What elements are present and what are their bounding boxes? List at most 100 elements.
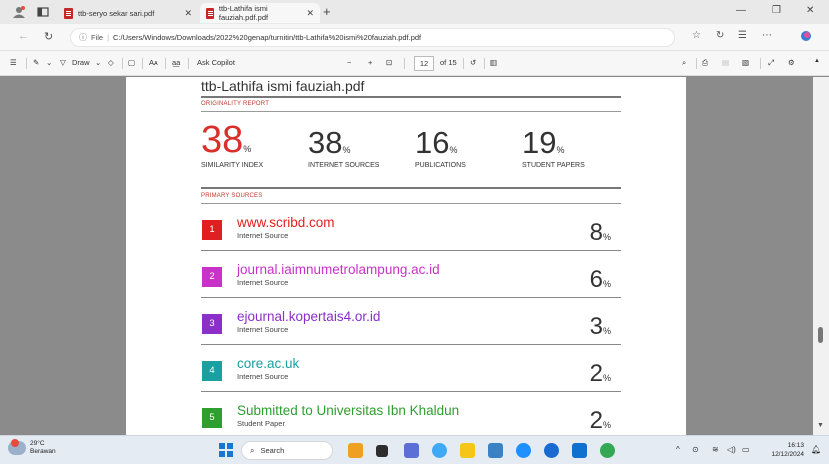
- draw-button[interactable]: Draw: [72, 58, 90, 67]
- toolbar-divider: [122, 58, 123, 69]
- source-type: Internet Source: [237, 231, 289, 240]
- tray-overflow-icon[interactable]: ^: [676, 445, 680, 454]
- favorite-star-icon[interactable]: ☆: [692, 30, 701, 41]
- info-icon[interactable]: ⓘ: [79, 32, 87, 43]
- tray-app-icon[interactable]: ⊙: [692, 445, 699, 454]
- refresh-icon[interactable]: ↻: [44, 30, 53, 43]
- tab-actions-icon[interactable]: [36, 5, 50, 19]
- primary-sources-label: PRIMARY SOURCES: [201, 193, 263, 199]
- source-item: 4 core.ac.uk Internet Source 2%: [201, 352, 621, 392]
- source-percent: 6%: [590, 266, 611, 294]
- battery-icon[interactable]: ▭: [742, 445, 750, 454]
- app-icon-chrome[interactable]: [600, 443, 615, 458]
- app-icon-task-view[interactable]: [376, 445, 388, 457]
- minimize-icon[interactable]: —: [736, 5, 746, 16]
- pdf-toolbar: ☰ ✎ ⌄ ▽ Draw ⌄ ◇ ▢ Aᴀ a͟a Ask Copilot − …: [0, 51, 829, 76]
- fullscreen-icon[interactable]: ⤢: [768, 58, 774, 68]
- wifi-icon[interactable]: ≋: [712, 445, 719, 454]
- source-item: 1 www.scribd.com Internet Source 8%: [201, 211, 621, 251]
- source-type: Internet Source: [237, 325, 289, 334]
- draw-icon[interactable]: ▽: [60, 58, 66, 67]
- rotate-icon[interactable]: ↺: [470, 58, 476, 67]
- scroll-down-icon[interactable]: ▼: [817, 422, 824, 429]
- tab-title: ttb-Lathifa ismi fauziah.pdf.pdf: [218, 4, 269, 22]
- pdf-viewport[interactable]: ttb-Lathifa ismi fauziah.pdf ORIGINALITY…: [0, 77, 829, 435]
- tab-ttb-seryo[interactable]: ttb-seryo sekar sari.pdf ✕: [58, 3, 198, 23]
- profile-icon[interactable]: [12, 5, 26, 19]
- toolbar-divider: [142, 58, 143, 69]
- extensions-icon[interactable]: ↻: [716, 30, 724, 41]
- contents-icon[interactable]: ☰: [10, 58, 17, 67]
- app-icon-widgets[interactable]: [348, 443, 363, 458]
- volume-icon[interactable]: ◁): [727, 445, 736, 454]
- restore-icon[interactable]: ❐: [772, 5, 781, 16]
- toolbar-divider: [463, 58, 464, 69]
- url-text: C:/Users/Windows/Downloads/2022%20genap/…: [113, 33, 422, 42]
- fit-page-icon[interactable]: ⊡: [386, 58, 392, 67]
- print-icon[interactable]: ⎙: [702, 58, 708, 68]
- section-divider: [201, 187, 621, 189]
- stat-percent: %: [342, 145, 351, 155]
- close-tab-icon[interactable]: ✕: [184, 8, 192, 19]
- highlight-icon[interactable]: ✎: [33, 58, 39, 67]
- page-number-input[interactable]: 12: [414, 56, 434, 71]
- save-icon[interactable]: ▤: [722, 58, 729, 67]
- highlight-dropdown-icon[interactable]: ⌄: [46, 58, 52, 67]
- vertical-scrollbar[interactable]: ▼: [813, 77, 829, 435]
- title-divider: [201, 96, 621, 98]
- address-bar[interactable]: ⓘ File | C:/Users/Windows/Downloads/2022…: [70, 28, 675, 47]
- app-icon-teams[interactable]: [404, 443, 419, 458]
- more-menu-icon[interactable]: ⋯: [762, 30, 772, 41]
- page-view-icon[interactable]: ▥: [490, 58, 497, 67]
- save-as-icon[interactable]: ▧: [742, 58, 749, 67]
- stat-label: INTERNET SOURCES: [308, 162, 380, 169]
- source-type: Internet Source: [237, 372, 289, 381]
- ask-copilot-button[interactable]: Ask Copilot: [197, 58, 235, 67]
- read-aloud-button[interactable]: Aᴀ: [149, 58, 158, 67]
- weather-widget[interactable]: 29°C Berawan: [8, 439, 56, 456]
- windows-start-icon[interactable]: [219, 443, 233, 457]
- zoom-in-button[interactable]: +: [368, 58, 372, 67]
- eraser-icon[interactable]: ◇: [108, 58, 114, 67]
- stat-label: SIMILARITY INDEX: [201, 162, 264, 169]
- close-tab-icon[interactable]: ✕: [306, 8, 314, 19]
- source-name: www.scribd.com: [237, 215, 335, 230]
- app-icon-store[interactable]: [572, 443, 587, 458]
- new-tab-icon[interactable]: +: [323, 4, 331, 19]
- app-icon-copilot[interactable]: [432, 443, 447, 458]
- app-icon-edge[interactable]: [516, 443, 531, 458]
- translate-icon[interactable]: a͟a: [172, 58, 180, 67]
- taskbar-search[interactable]: ⌕ Search: [241, 441, 333, 460]
- notification-bell-icon[interactable]: 🔔︎: [811, 445, 821, 454]
- zoom-out-button[interactable]: −: [347, 58, 351, 67]
- view-icon[interactable]: ▢: [128, 58, 135, 67]
- toolbar-divider: [188, 58, 189, 69]
- source-name: core.ac.uk: [237, 356, 300, 371]
- system-clock[interactable]: 16:13 12/12/2024: [760, 441, 804, 459]
- source-rank-badge: 2: [202, 267, 222, 287]
- favorites-icon[interactable]: ☰: [738, 30, 747, 41]
- search-label: Search: [260, 446, 285, 455]
- source-pct: %: [602, 232, 611, 242]
- find-icon[interactable]: ⌕: [682, 58, 686, 68]
- scrollbar-thumb[interactable]: [818, 327, 823, 343]
- app-icon-edge-active[interactable]: [544, 443, 559, 458]
- app-icon-outlook[interactable]: [488, 443, 503, 458]
- copilot-icon[interactable]: [800, 30, 812, 45]
- close-window-icon[interactable]: ✕: [806, 5, 814, 16]
- pdf-icon: [206, 7, 214, 19]
- settings-gear-icon[interactable]: ⚙: [788, 58, 795, 67]
- weather-temp: 29°C: [30, 440, 45, 447]
- tab-ttb-lathifa[interactable]: ttb-Lathifa ismi fauziah.pdf.pdf ✕: [200, 3, 320, 23]
- pdf-page: ttb-Lathifa ismi fauziah.pdf ORIGINALITY…: [126, 77, 686, 435]
- stat-internet-sources: 38% INTERNET SOURCES: [308, 126, 380, 170]
- stat-student-papers: 19% STUDENT PAPERS: [522, 126, 585, 170]
- source-percent: 2%: [590, 360, 611, 388]
- back-icon[interactable]: ←: [18, 30, 29, 42]
- draw-dropdown-icon[interactable]: ⌄: [95, 58, 101, 67]
- scroll-up-icon[interactable]: ▲: [814, 58, 820, 64]
- toolbar-divider: [760, 58, 761, 69]
- clock-time: 16:13: [787, 442, 804, 449]
- section-divider: [201, 203, 621, 204]
- app-icon-file-explorer[interactable]: [460, 443, 475, 458]
